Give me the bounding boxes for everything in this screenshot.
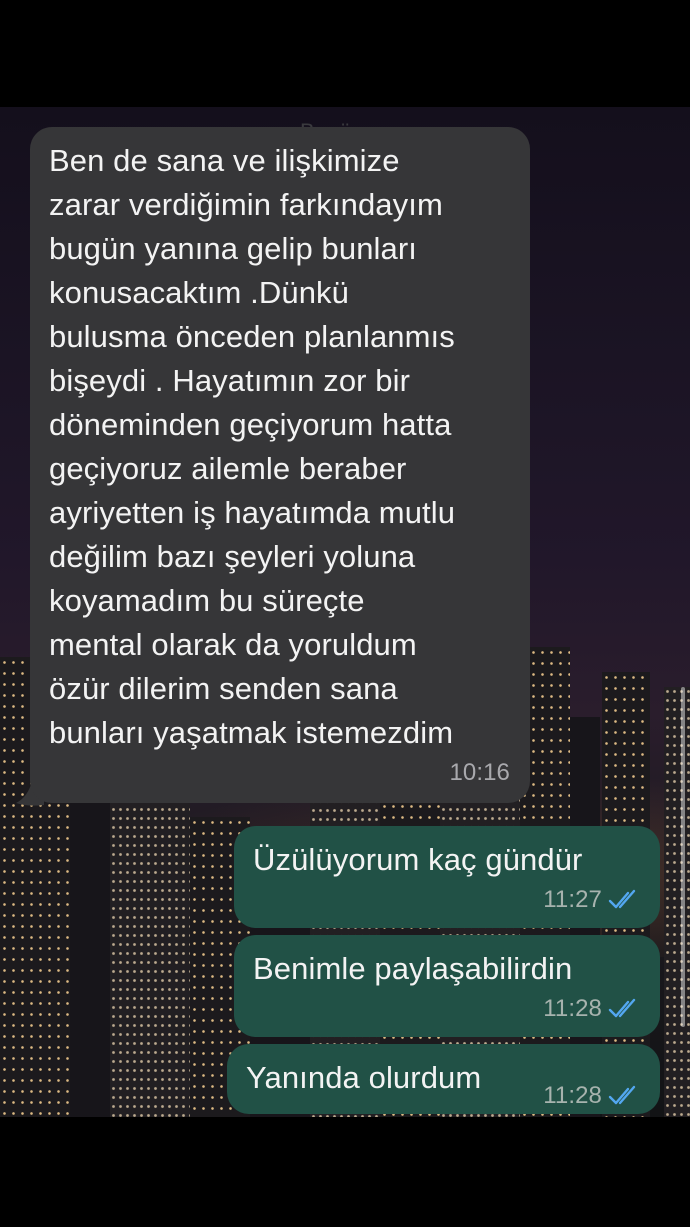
incoming-message-bubble[interactable]: Ben de sana ve ilişkimize zarar verdiğim… bbox=[30, 127, 530, 803]
message-text: Üzülüyorum kaç gündür bbox=[253, 842, 583, 877]
building bbox=[110, 787, 190, 1117]
message-line: konusacaktım .Dünkü bbox=[49, 275, 349, 310]
double-check-read-icon bbox=[608, 1085, 636, 1105]
message-time: 11:28 bbox=[543, 995, 602, 1022]
message-time: 11:28 bbox=[543, 1082, 602, 1109]
message-line: Ben de sana ve ilişkimize bbox=[49, 143, 400, 178]
message-meta: 11:28 bbox=[543, 1074, 640, 1117]
message-time: 10:16 bbox=[449, 759, 510, 786]
double-check-read-icon bbox=[608, 998, 636, 1018]
message-line: bişeydi . Hayatımın zor bir bbox=[49, 363, 411, 398]
message-line: değilim bazı şeyleri yoluna bbox=[49, 539, 416, 574]
chat-screen: Bugün Ben de sana ve ilişkimize zarar ve… bbox=[0, 0, 690, 1227]
scrollbar[interactable] bbox=[681, 687, 685, 1027]
message-text: Ben de sana ve ilişkimize zarar verdiğim… bbox=[49, 139, 519, 755]
tower-building bbox=[664, 687, 690, 1117]
message-line: mental olarak da yoruldum bbox=[49, 627, 417, 662]
bottom-black-bar bbox=[0, 1117, 690, 1227]
top-black-bar bbox=[0, 0, 690, 107]
message-line: bunları yaşatmak istemezdim bbox=[49, 715, 454, 750]
outgoing-message-bubble[interactable]: Yanında olurdum 11:28 bbox=[227, 1044, 660, 1114]
message-line: koyamadım bu süreçte bbox=[49, 583, 365, 618]
message-time: 11:27 bbox=[543, 886, 602, 913]
outgoing-message-bubble[interactable]: Üzülüyorum kaç gündür 11:27 bbox=[234, 826, 660, 928]
chat-area[interactable]: Bugün Ben de sana ve ilişkimize zarar ve… bbox=[0, 107, 690, 1117]
message-line: özür dilerim senden sana bbox=[49, 671, 398, 706]
message-line: döneminden geçiyorum hatta bbox=[49, 407, 452, 442]
message-text: Benimle paylaşabilirdin bbox=[253, 951, 573, 986]
message-line: bugün yanına gelip bunları bbox=[49, 231, 418, 266]
message-line: zarar verdiğimin farkındayım bbox=[49, 187, 443, 222]
message-line: geçiyoruz ailemle beraber bbox=[49, 451, 407, 486]
message-line: bulusma önceden planlanmıs bbox=[49, 319, 455, 354]
message-line: ayriyetten iş hayatımda mutlu bbox=[49, 495, 456, 530]
double-check-read-icon bbox=[608, 889, 636, 909]
message-meta: 11:27 bbox=[543, 878, 640, 922]
outgoing-message-bubble[interactable]: Benimle paylaşabilirdin 11:28 bbox=[234, 935, 660, 1037]
message-meta: 10:16 bbox=[449, 751, 510, 795]
message-meta: 11:28 bbox=[543, 987, 640, 1031]
message-text: Yanında olurdum bbox=[246, 1060, 482, 1095]
